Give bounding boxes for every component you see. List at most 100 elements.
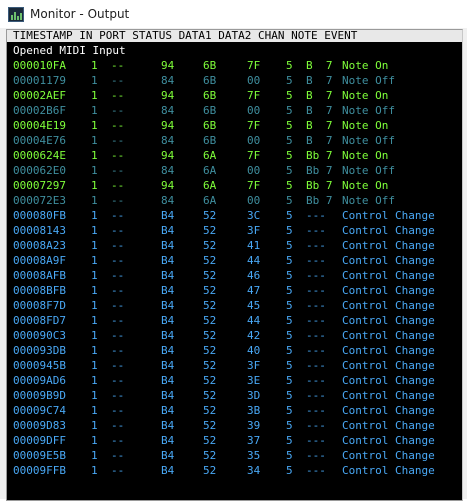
timestamp-cell: 000062E0 [13, 164, 66, 177]
event-row[interactable]: 000080FB 1 -- B4 52 3C 5 --- Control Change [7, 208, 462, 223]
event-row[interactable]: 0000945B 1 -- B4 52 3F 5 --- Control Change [7, 358, 462, 373]
channel-cell: 5 [286, 299, 293, 312]
timestamp-cell: 00009B9D [13, 389, 66, 402]
channel-cell: 5 [286, 434, 293, 447]
status-cell: 94 [161, 89, 175, 102]
event-cell: Control Change [342, 359, 435, 372]
port-cell: -- [111, 314, 125, 327]
channel-cell: 5 [286, 344, 293, 357]
data1-cell: 52 [203, 434, 217, 447]
timestamp-cell: 000080FB [13, 209, 66, 222]
in-cell: 1 [91, 194, 98, 207]
event-row[interactable]: 00004E19 1 -- 94 6B 7F 5 B 7 Note On [7, 118, 462, 133]
in-cell: 1 [91, 239, 98, 252]
data1-cell: 52 [203, 389, 217, 402]
port-cell: -- [111, 359, 125, 372]
status-cell: 84 [161, 134, 175, 147]
status-cell: B4 [161, 464, 175, 477]
timestamp-cell: 00008FD7 [13, 314, 66, 327]
channel-cell: 5 [286, 389, 293, 402]
port-cell: -- [111, 239, 125, 252]
event-row[interactable]: 00008F7D 1 -- B4 52 45 5 --- Control Change [7, 298, 462, 313]
event-row[interactable]: 00009B9D 1 -- B4 52 3D 5 --- Control Change [7, 388, 462, 403]
event-cell: Note On [342, 89, 389, 102]
data1-cell: 6A [203, 179, 217, 192]
event-row[interactable]: 000010FA 1 -- 94 6B 7F 5 B 7 Note On [7, 58, 462, 73]
channel-cell: 5 [286, 254, 293, 267]
channel-cell: 5 [286, 239, 293, 252]
event-row[interactable]: 00008AFB 1 -- B4 52 46 5 --- Control Change [7, 268, 462, 283]
port-cell: -- [111, 134, 125, 147]
status-cell: B4 [161, 284, 175, 297]
event-cell: Note On [342, 179, 389, 192]
in-cell: 1 [91, 419, 98, 432]
timestamp-cell: 00009AD6 [13, 374, 66, 387]
port-cell: -- [111, 389, 125, 402]
timestamp-cell: 00004E19 [13, 119, 66, 132]
event-row[interactable]: 00002B6F 1 -- 84 6B 00 5 B 7 Note Off [7, 103, 462, 118]
event-row[interactable]: 0000624E 1 -- 94 6A 7F 5 Bb 7 Note On [7, 148, 462, 163]
timestamp-cell: 000072E3 [13, 194, 66, 207]
window-title: Monitor - Output [30, 7, 130, 21]
data1-cell: 52 [203, 299, 217, 312]
event-row[interactable]: 00009D83 1 -- B4 52 39 5 --- Control Change [7, 418, 462, 433]
status-message: Opened MIDI Input [13, 44, 126, 57]
data2-cell: 41 [247, 239, 261, 252]
event-row[interactable]: 000072E3 1 -- 84 6A 00 5 Bb 7 Note Off [7, 193, 462, 208]
note-cell: --- [306, 284, 326, 297]
timestamp-cell: 00008143 [13, 224, 66, 237]
event-row[interactable]: 00008A9F 1 -- B4 52 44 5 --- Control Change [7, 253, 462, 268]
data2-cell: 44 [247, 314, 261, 327]
status-cell: 94 [161, 59, 175, 72]
event-cell: Note Off [342, 104, 395, 117]
event-row[interactable]: 00009E5B 1 -- B4 52 35 5 --- Control Change [7, 448, 462, 463]
in-cell: 1 [91, 389, 98, 402]
port-cell: -- [111, 224, 125, 237]
event-row[interactable]: 00008FD7 1 -- B4 52 44 5 --- Control Change [7, 313, 462, 328]
channel-cell: 5 [286, 314, 293, 327]
port-cell: -- [111, 89, 125, 102]
note-cell: B 7 [306, 134, 333, 147]
timestamp-cell: 0000624E [13, 149, 66, 162]
data1-cell: 52 [203, 314, 217, 327]
event-row[interactable]: 000062E0 1 -- 84 6A 00 5 Bb 7 Note Off [7, 163, 462, 178]
event-row[interactable]: 00002AEF 1 -- 94 6B 7F 5 B 7 Note On [7, 88, 462, 103]
channel-cell: 5 [286, 284, 293, 297]
event-row[interactable]: 00008A23 1 -- B4 52 41 5 --- Control Change [7, 238, 462, 253]
event-list[interactable]: 000010FA 1 -- 94 6B 7F 5 B 7 Note On 00001179 1 -- 8… [7, 58, 462, 478]
data1-cell: 52 [203, 254, 217, 267]
data1-cell: 52 [203, 209, 217, 222]
port-cell: -- [111, 329, 125, 342]
event-row[interactable]: 00009C74 1 -- B4 52 3B 5 --- Control Change [7, 403, 462, 418]
monitor-output-pane[interactable]: TIMESTAMP IN PORT STATUS DATA1 DATA2 CHA… [6, 29, 463, 501]
event-row[interactable]: 00009FFB 1 -- B4 52 34 5 --- Control Change [7, 463, 462, 478]
event-row[interactable]: 000090C3 1 -- B4 52 42 5 --- Control Change [7, 328, 462, 343]
channel-cell: 5 [286, 104, 293, 117]
note-cell: B 7 [306, 119, 333, 132]
event-cell: Control Change [342, 419, 435, 432]
event-row[interactable]: 00009DFF 1 -- B4 52 37 5 --- Control Change [7, 433, 462, 448]
data1-cell: 6A [203, 149, 217, 162]
data2-cell: 39 [247, 419, 261, 432]
port-cell: -- [111, 149, 125, 162]
data1-cell: 52 [203, 404, 217, 417]
event-row[interactable]: 00007297 1 -- 94 6A 7F 5 Bb 7 Note On [7, 178, 462, 193]
in-cell: 1 [91, 299, 98, 312]
event-row[interactable]: 00008143 1 -- B4 52 3F 5 --- Control Change [7, 223, 462, 238]
event-row[interactable]: 00008BFB 1 -- B4 52 47 5 --- Control Change [7, 283, 462, 298]
status-cell: B4 [161, 344, 175, 357]
channel-cell: 5 [286, 419, 293, 432]
in-cell: 1 [91, 464, 98, 477]
note-cell: Bb 7 [306, 194, 333, 207]
event-row[interactable]: 000093DB 1 -- B4 52 40 5 --- Control Change [7, 343, 462, 358]
event-cell: Note Off [342, 164, 395, 177]
event-row[interactable]: 00004E76 1 -- 84 6B 00 5 B 7 Note Off [7, 133, 462, 148]
event-row[interactable]: 00001179 1 -- 84 6B 00 5 B 7 Note Off [7, 73, 462, 88]
in-cell: 1 [91, 89, 98, 102]
timestamp-cell: 00002AEF [13, 89, 66, 102]
data1-cell: 52 [203, 224, 217, 237]
event-row[interactable]: 00009AD6 1 -- B4 52 3E 5 --- Control Change [7, 373, 462, 388]
status-cell: B4 [161, 404, 175, 417]
title-bar[interactable]: Monitor - Output [0, 0, 467, 28]
data1-cell: 52 [203, 269, 217, 282]
